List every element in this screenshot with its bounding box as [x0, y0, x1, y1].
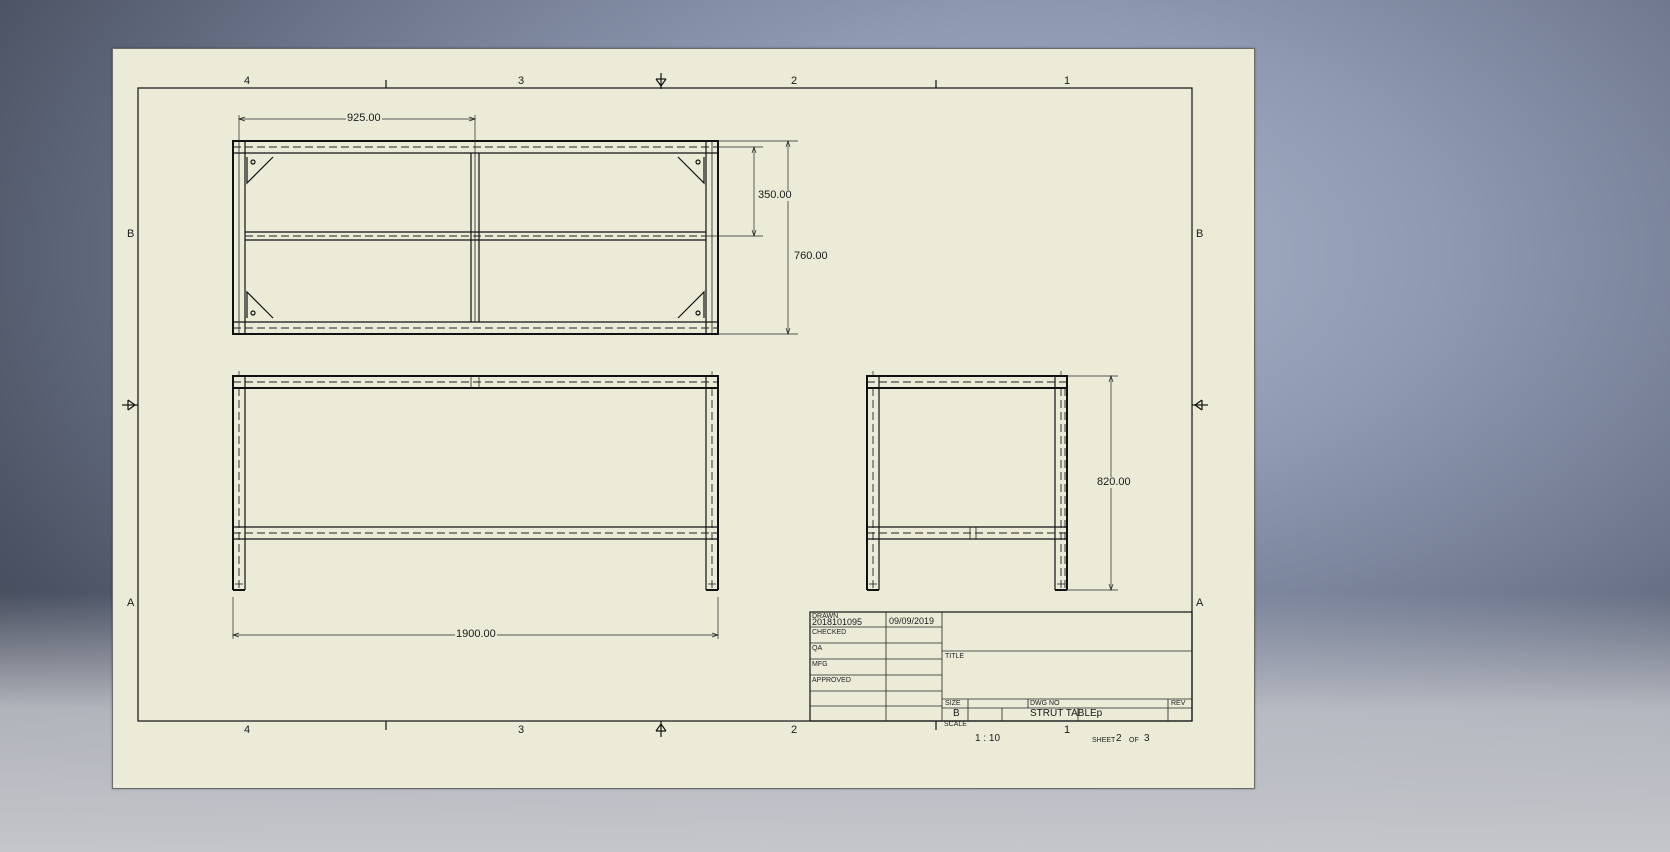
sheet-border: [137, 87, 1193, 722]
zone-col-3-top: 3: [518, 75, 525, 87]
zone-row-a-right: A: [1196, 597, 1204, 609]
of-label: OF: [1129, 737, 1139, 744]
drawing-canvas: [122, 73, 1208, 737]
zone-col-1-top: 1: [1064, 75, 1071, 87]
approved-label: APPROVED: [812, 677, 851, 684]
drawn-date-value: 09/09/2019: [889, 616, 935, 626]
dwg-no-value: STRUT TABLEp: [1030, 708, 1103, 719]
checked-label: CHECKED: [812, 629, 847, 636]
zone-row-b-right: B: [1196, 228, 1204, 240]
sheet-label: SHEET: [1092, 737, 1116, 744]
zone-row-b-left: B: [127, 228, 135, 240]
title-block-lines: [809, 611, 1193, 722]
size-label: SIZE: [945, 700, 961, 707]
dimension-length: 1900.00: [455, 628, 497, 640]
zone-col-1-bottom: 1: [1064, 724, 1071, 736]
dimension-shelf-spacing: 350.00: [757, 189, 793, 201]
drawing-sheet: 4 3 2 1 4 3 2 1 B A B A 925.00 350.00 76…: [112, 48, 1255, 789]
sheet-total: 3: [1144, 733, 1150, 744]
zone-col-4-top: 4: [244, 75, 251, 87]
zone-col-4-bottom: 4: [244, 724, 251, 736]
title-label: TITLE: [945, 653, 965, 660]
dimension-depth: 760.00: [793, 250, 829, 262]
side-view: [866, 371, 1118, 592]
zone-col-2-bottom: 2: [791, 724, 798, 736]
dwg-no-label: DWG NO: [1030, 700, 1060, 707]
front-view: [231, 371, 720, 639]
mfg-label: MFG: [812, 661, 828, 668]
qa-label: QA: [812, 645, 823, 652]
zone-col-2-top: 2: [791, 75, 798, 87]
dimension-half-length: 925.00: [346, 112, 382, 124]
drawn-by-value: 2018101095: [812, 617, 863, 627]
sheet-number: 2: [1116, 733, 1122, 744]
dimension-height: 820.00: [1096, 476, 1132, 488]
zone-col-3-bottom: 3: [518, 724, 525, 736]
scale-value: 1 : 10: [975, 733, 1001, 744]
zone-row-a-left: A: [127, 597, 135, 609]
top-view: [232, 115, 798, 336]
rev-label: REV: [1171, 700, 1186, 707]
size-value: B: [953, 708, 960, 719]
centering-marks: [122, 73, 1208, 737]
scale-label: SCALE: [944, 721, 967, 728]
